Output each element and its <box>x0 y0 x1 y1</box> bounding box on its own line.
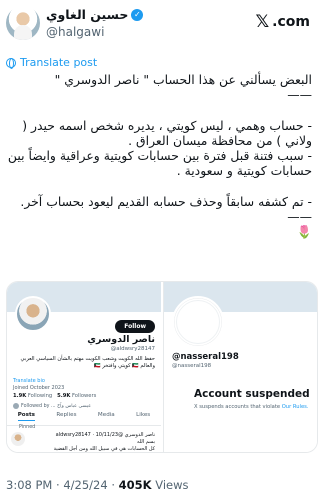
follow-button: Follow <box>115 320 155 333</box>
translate-post-link[interactable]: Translate post <box>6 56 97 69</box>
tweet-media[interactable]: Follow ناصر الدوسري @aldwsry28147 حفظ ال… <box>6 281 318 453</box>
followers-label: Followers <box>72 393 97 399</box>
suspended-desc-text: X suspends accounts that violate <box>194 404 281 410</box>
media-left-profile-screenshot[interactable]: Follow ناصر الدوسري @aldwsry28147 حفظ ال… <box>7 282 161 452</box>
tweet-header: حسين الغاوي ✓ @halgawi 𝕏 .com <box>0 0 322 52</box>
translate-post-label: Translate post <box>20 56 98 69</box>
profile-handle: @aldwsry28147 <box>110 346 155 352</box>
following-label: Following <box>27 393 53 399</box>
tab-likes: Likes <box>136 412 151 418</box>
pinned-label: Pinned <box>19 425 36 430</box>
x-site-suffix: .com <box>272 14 310 30</box>
x-logo-icon: 𝕏 <box>255 12 270 32</box>
tab-posts: Posts <box>17 412 35 421</box>
tweet-body: البعض يسألني عن هذا الحساب " ناصر الدوسر… <box>7 72 312 240</box>
meta-separator: · <box>111 478 119 492</box>
followed-by: Followed by ... عيسى عباس وآخ <box>13 403 91 409</box>
our-rules-link: Our Rules. <box>281 404 309 410</box>
following-count: 1.9K <box>13 393 27 399</box>
suspended-title: Account suspended <box>194 388 310 400</box>
profile-avatar <box>172 296 224 348</box>
tweet-meta: 3:08 PM · 4/25/24 · 405K Views <box>6 478 189 492</box>
profile-stats: 1.9K Following 5.9K Followers <box>13 393 96 399</box>
post-time[interactable]: 3:08 PM <box>6 478 52 492</box>
profile-tabs: Posts Replies Media Likes <box>7 412 161 426</box>
profile-bio: حفظ الله الكويت وشعب الكويت مهتم بالشأن … <box>20 356 155 369</box>
tab-media: Media <box>97 412 115 418</box>
translate-bio-link: Translate bio <box>13 378 45 384</box>
x-logo: 𝕏 .com <box>255 13 310 31</box>
author-handle[interactable]: @halgawi <box>46 25 104 39</box>
profile-avatar <box>15 296 51 332</box>
author-avatar[interactable] <box>6 6 40 40</box>
author-display-name[interactable]: حسين الغاوي <box>46 7 128 22</box>
followers-count: 5.9K <box>57 393 71 399</box>
verified-badge-icon: ✓ <box>131 8 144 21</box>
followed-by-text: Followed by ... عيسى عباس وآخ <box>21 403 92 409</box>
tab-replies: Replies <box>56 412 77 418</box>
pinned-post-text: بسم الله كل الحسابات هي في سبيل الله ومن… <box>53 439 155 452</box>
post-date[interactable]: 4/25/24 <box>63 478 107 492</box>
profile-handle: @nasseral198 <box>172 363 212 369</box>
profile-joined: Joined October 2023 <box>13 385 65 391</box>
author-name-row: حسين الغاوي ✓ <box>46 7 144 22</box>
views-count: 405K <box>118 478 152 492</box>
profile-name: ناصر الدوسري <box>87 334 155 345</box>
pinned-post-header: ناصر الدوسري @aldwsry28147 · 10/11/23 <box>55 432 155 438</box>
suspended-description: X suspends accounts that violate Our Rul… <box>194 404 309 410</box>
views-label: Views <box>155 478 189 492</box>
media-right-suspended-screenshot[interactable]: @nasseral198 @nasseral198 Account suspen… <box>163 282 317 452</box>
profile-name: @nasseral198 <box>172 352 239 362</box>
pinned-post-avatar <box>11 432 25 446</box>
globe-icon <box>6 57 16 69</box>
mini-avatar <box>13 403 19 409</box>
